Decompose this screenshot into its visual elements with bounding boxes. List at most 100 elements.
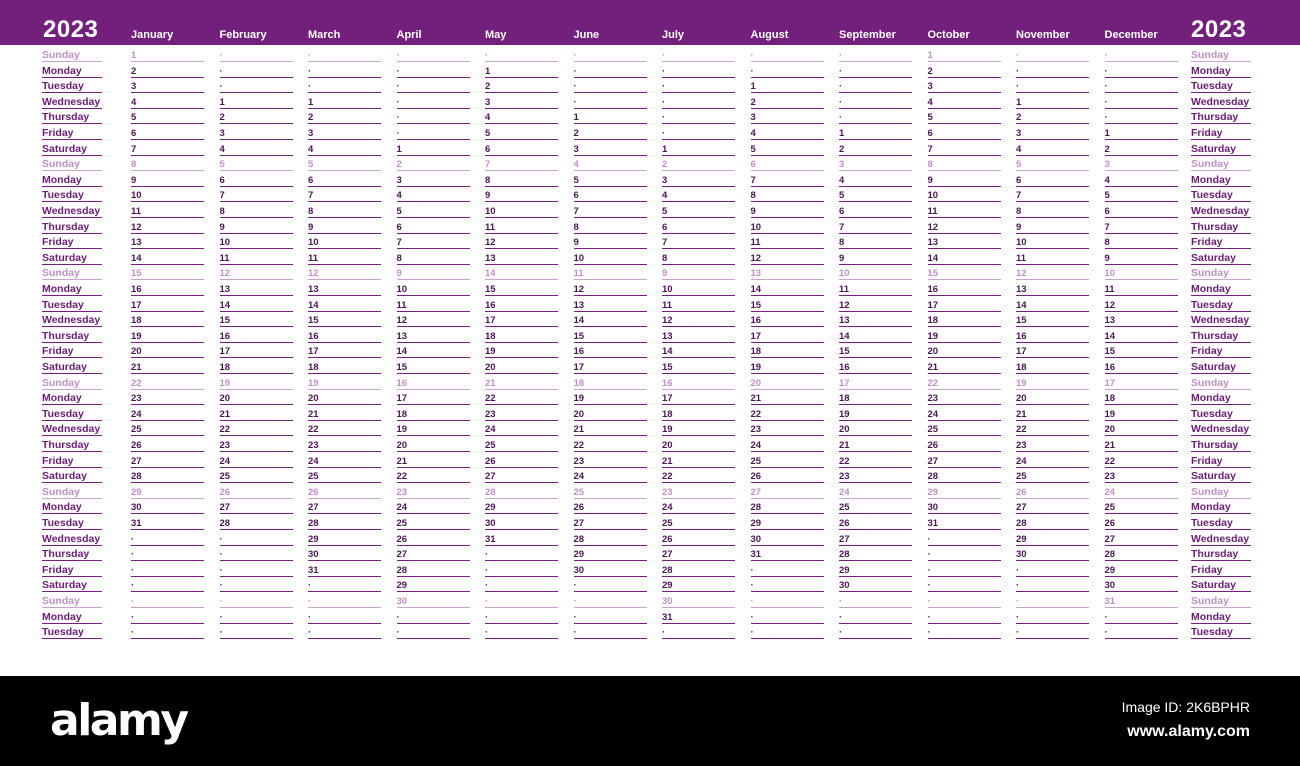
- day-cell: 1: [396, 141, 470, 156]
- day-number: 27: [662, 549, 673, 561]
- day-cell: 19: [396, 421, 470, 437]
- day-cell: 20: [1016, 390, 1089, 406]
- day-cell: ·: [1016, 624, 1089, 640]
- empty-day-marker: ·: [1016, 81, 1020, 93]
- weekday-cell-right: Tuesday: [1191, 187, 1251, 203]
- day-number: 30: [485, 518, 496, 529]
- weekday-label: Tuesday: [1191, 189, 1233, 202]
- day-cell: ·: [219, 577, 293, 593]
- weekday-cell-left: Saturday: [42, 577, 102, 593]
- day-cell: ·: [927, 546, 1001, 562]
- day-cell: 8: [131, 156, 204, 172]
- day-cell: 17: [485, 312, 558, 328]
- day-number: 9: [573, 237, 579, 249]
- day-cell: 2: [1104, 141, 1178, 156]
- weekday-cell-left: Monday: [42, 390, 102, 406]
- day-number: 31: [1104, 596, 1116, 607]
- day-cell: 30: [308, 546, 381, 562]
- day-number: 7: [662, 237, 668, 249]
- weekday-cell-right: Friday: [1191, 234, 1251, 250]
- day-cell: 28: [396, 562, 470, 577]
- day-cell: 22: [1104, 453, 1178, 468]
- day-cell: 26: [839, 515, 912, 530]
- day-number: 12: [396, 315, 408, 327]
- day-number: 4: [219, 143, 225, 155]
- day-number: 21: [131, 362, 142, 373]
- day-cell: 4: [308, 141, 381, 156]
- day-number: 13: [1016, 284, 1027, 295]
- weekday-cell-left: Tuesday: [42, 515, 102, 530]
- day-number: 21: [927, 362, 939, 373]
- day-cell: 8: [839, 234, 912, 250]
- day-number: 20: [219, 393, 231, 405]
- day-cell: 12: [1016, 265, 1089, 281]
- day-cell: 12: [750, 250, 824, 265]
- day-cell: 14: [839, 328, 912, 343]
- weekday-label: Saturday: [1191, 361, 1236, 373]
- day-number: 24: [131, 408, 142, 420]
- month-label-may: May: [485, 29, 507, 41]
- day-number: 14: [308, 299, 319, 311]
- day-cell: 1: [1104, 125, 1178, 140]
- day-cell: ·: [750, 609, 824, 624]
- day-cell: ·: [219, 562, 293, 577]
- day-number: 12: [750, 252, 762, 264]
- weekday-label: Monday: [42, 610, 82, 623]
- day-number: 26: [1104, 518, 1116, 529]
- day-cell: 29: [662, 577, 735, 593]
- day-number: 31: [750, 549, 762, 561]
- empty-day-marker: ·: [396, 96, 400, 108]
- weekday-cell-right: Monday: [1191, 499, 1251, 515]
- weekday-label: Friday: [42, 127, 74, 139]
- day-number: 2: [396, 159, 402, 171]
- day-number: 27: [485, 471, 496, 483]
- empty-day-marker: ·: [308, 65, 312, 77]
- day-cell: 9: [662, 265, 735, 281]
- day-cell: ·: [927, 609, 1001, 624]
- month-label-january: January: [131, 29, 174, 41]
- day-cell: 10: [839, 265, 912, 281]
- day-cell: ·: [1016, 78, 1089, 94]
- day-cell: 22: [1016, 421, 1089, 437]
- day-number: 2: [308, 112, 314, 124]
- day-cell: 27: [219, 499, 293, 515]
- day-number: 31: [308, 564, 319, 576]
- day-number: 17: [1104, 377, 1116, 389]
- day-cell: 11: [219, 250, 293, 265]
- day-cell: 19: [485, 343, 558, 359]
- day-number: 18: [1104, 393, 1116, 405]
- day-number: 8: [1016, 206, 1022, 217]
- day-cell: 20: [131, 343, 204, 359]
- weekday-label: Wednesday: [1191, 205, 1250, 217]
- day-cell: 18: [662, 406, 735, 421]
- day-cell: 22: [219, 421, 293, 437]
- day-cell: 22: [573, 437, 647, 452]
- day-cell: 18: [396, 406, 470, 421]
- day-number: 14: [573, 315, 585, 327]
- day-cell: 24: [396, 499, 470, 515]
- day-cell: ·: [308, 47, 381, 62]
- day-number: 8: [219, 206, 225, 217]
- day-cell: 6: [308, 172, 381, 187]
- day-cell: 9: [1016, 219, 1089, 234]
- day-cell: 19: [662, 421, 735, 437]
- weekday-cell-left: Wednesday: [42, 531, 102, 546]
- day-number: 16: [573, 346, 585, 358]
- day-cell: 29: [1016, 531, 1089, 546]
- day-number: 6: [219, 174, 225, 186]
- day-number: 14: [662, 346, 673, 358]
- day-cell: ·: [662, 624, 735, 640]
- day-number: 7: [308, 190, 314, 202]
- day-number: 3: [219, 128, 225, 139]
- day-cell: 13: [308, 281, 381, 296]
- day-cell: 17: [219, 343, 293, 359]
- day-cell: ·: [573, 94, 647, 109]
- weekday-label: Monday: [1191, 173, 1231, 186]
- day-number: 9: [927, 174, 933, 186]
- day-number: 23: [662, 486, 673, 498]
- weekday-label: Thursday: [42, 220, 90, 233]
- day-cell: 7: [1104, 219, 1178, 234]
- day-number: 17: [308, 346, 319, 358]
- day-number: 21: [1016, 408, 1027, 420]
- weekday-cell-right: Monday: [1191, 281, 1251, 296]
